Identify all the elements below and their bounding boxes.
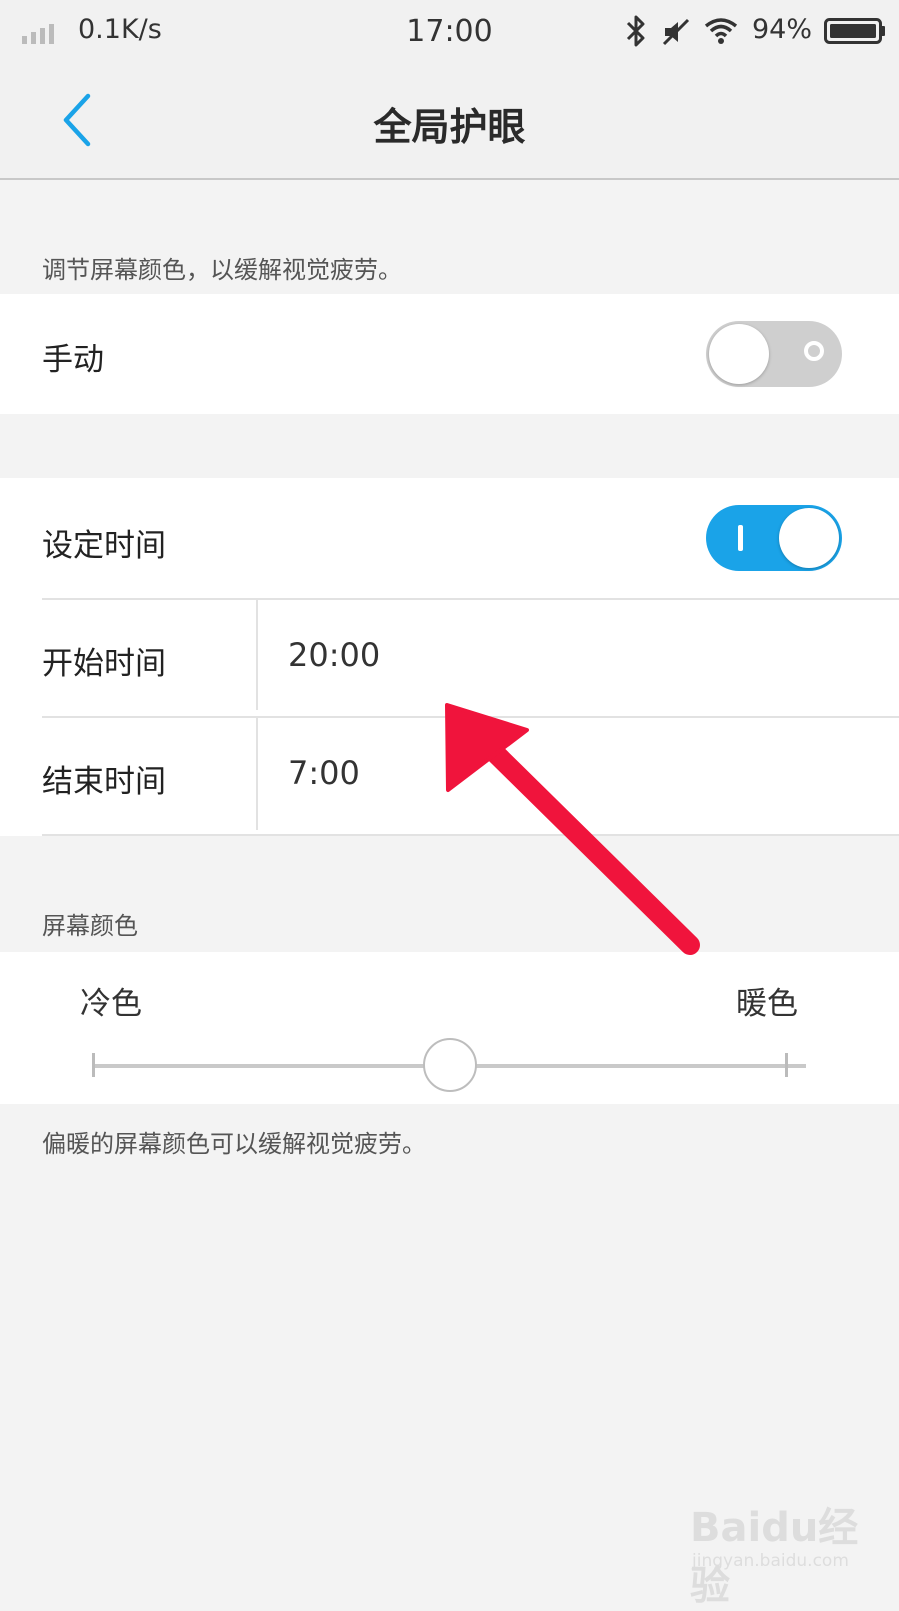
footer-hint: 偏暖的屏幕颜色可以缓解视觉疲劳。 xyxy=(42,1130,426,1158)
intro-hint: 调节屏幕颜色，以缓解视觉疲劳。 xyxy=(42,256,402,284)
start-time-label: 开始时间 xyxy=(42,646,166,682)
warm-label: 暖色 xyxy=(736,986,798,1022)
wifi-icon xyxy=(704,18,738,44)
battery-percent: 94% xyxy=(752,14,813,45)
cool-label: 冷色 xyxy=(80,986,142,1022)
divider xyxy=(42,598,899,600)
screen-color-card: 冷色 暖色 xyxy=(0,952,899,1104)
watermark-url: jingyan.baidu.com xyxy=(692,1551,849,1571)
baidu-watermark: Baidu经验 jingyan.baidu.com xyxy=(690,1495,890,1609)
toggle-on-indicator xyxy=(738,525,743,551)
screen-color-title: 屏幕颜色 xyxy=(42,912,138,940)
manual-label: 手动 xyxy=(42,342,104,378)
toggle-knob xyxy=(779,508,839,568)
divider xyxy=(256,718,258,830)
end-time-value[interactable]: 7:00 xyxy=(288,754,360,792)
toggle-off-indicator xyxy=(804,341,824,361)
divider xyxy=(256,600,258,710)
manual-row: 手动 xyxy=(0,294,899,414)
slider-max-tick xyxy=(785,1053,788,1077)
chevron-left-icon[interactable] xyxy=(56,90,96,150)
schedule-label: 设定时间 xyxy=(42,528,166,564)
toggle-knob xyxy=(709,324,769,384)
divider xyxy=(42,834,899,836)
signal-icon xyxy=(22,24,54,44)
page-title: 全局护眼 xyxy=(373,105,526,149)
nav-bar: 全局护眼 xyxy=(0,62,899,180)
bluetooth-icon xyxy=(626,15,645,47)
start-time-value[interactable]: 20:00 xyxy=(288,636,380,674)
manual-toggle[interactable] xyxy=(706,321,842,387)
color-slider-thumb[interactable] xyxy=(423,1038,477,1092)
status-bar: 0.1K/s 17:00 94% xyxy=(0,0,899,62)
end-time-label: 结束时间 xyxy=(42,764,166,800)
mute-icon xyxy=(662,18,690,46)
network-speed: 0.1K/s xyxy=(78,14,162,45)
schedule-toggle[interactable] xyxy=(706,505,842,571)
divider xyxy=(42,716,899,718)
battery-icon xyxy=(824,18,885,44)
slider-min-tick xyxy=(92,1053,95,1077)
schedule-card: 设定时间 开始时间 20:00 结束时间 7:00 xyxy=(0,478,899,836)
